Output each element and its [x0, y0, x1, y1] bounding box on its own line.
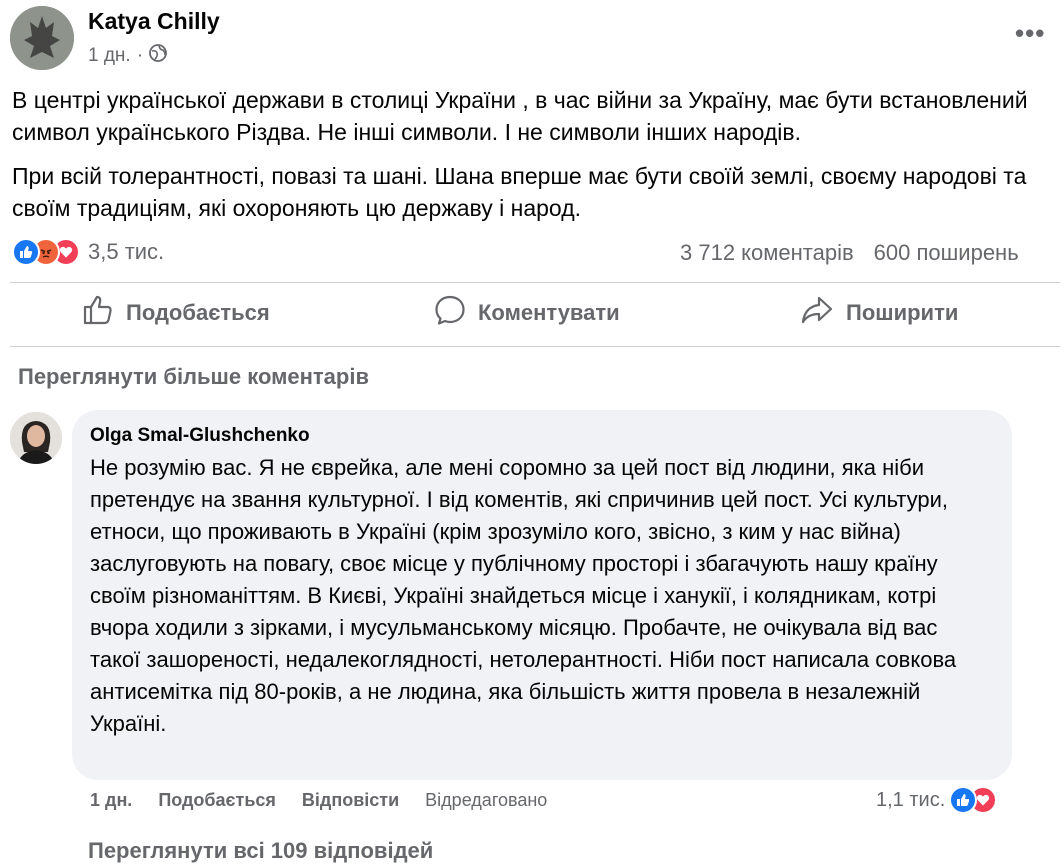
post-author-name[interactable]: Katya Chilly — [88, 8, 220, 35]
post-meta: 1 дн. · — [88, 44, 167, 68]
share-button[interactable]: Поширити — [800, 296, 958, 330]
comment-actions: 1 дн. Подобається Відповісти Відредагова… — [90, 790, 547, 811]
globe-icon — [149, 44, 167, 68]
comment-label: Коментувати — [478, 300, 620, 325]
like-icon — [82, 294, 114, 332]
share-label: Поширити — [846, 300, 959, 325]
post-stats: 3 712 коментарів 600 поширень — [680, 240, 1019, 266]
post-body: В центрі української держави в столиці У… — [12, 84, 1052, 236]
post-paragraph: В центрі української держави в столиці У… — [12, 87, 1028, 145]
reaction-summary[interactable]: 3,5 тис. — [12, 238, 164, 266]
meta-separator: · — [136, 45, 144, 66]
comment-edited-label[interactable]: Відредаговано — [425, 790, 547, 811]
like-reaction-icon — [12, 238, 40, 266]
comment-time[interactable]: 1 дн. — [90, 790, 132, 811]
comment-icon — [434, 294, 466, 332]
more-options-icon[interactable]: ••• — [1015, 18, 1045, 49]
post-paragraph: При всій толерантності, повазі та шані. … — [12, 163, 1027, 221]
comment-reaction-count: 1,1 тис. — [876, 788, 946, 811]
share-icon — [800, 294, 834, 332]
reaction-count[interactable]: 3,5 тис. — [88, 239, 164, 265]
commenter-avatar[interactable] — [10, 412, 62, 464]
post-time[interactable]: 1 дн. — [88, 45, 131, 67]
like-label: Подобається — [126, 300, 270, 325]
comment-button[interactable]: Коментувати — [434, 294, 620, 332]
share-count[interactable]: 600 поширень — [874, 240, 1019, 266]
author-avatar[interactable] — [10, 6, 74, 70]
view-more-comments-link[interactable]: Переглянути більше коментарів — [18, 364, 369, 390]
comment-count[interactable]: 3 712 коментарів — [680, 240, 854, 266]
comment-text: Не розумію вас. Я не єврейка, але мені с… — [90, 455, 957, 736]
comment-author-name[interactable]: Olga Smal-Glushchenko — [90, 425, 310, 447]
like-button[interactable]: Подобається — [82, 294, 270, 332]
comment-like-button[interactable]: Подобається — [158, 790, 276, 811]
divider — [10, 346, 1060, 347]
comment-reaction-summary[interactable]: 1,1 тис. — [876, 786, 998, 814]
divider — [10, 282, 1060, 283]
comment-reply-button[interactable]: Відповісти — [302, 790, 399, 811]
view-replies-link[interactable]: Переглянути всі 109 відповідей — [88, 838, 433, 864]
